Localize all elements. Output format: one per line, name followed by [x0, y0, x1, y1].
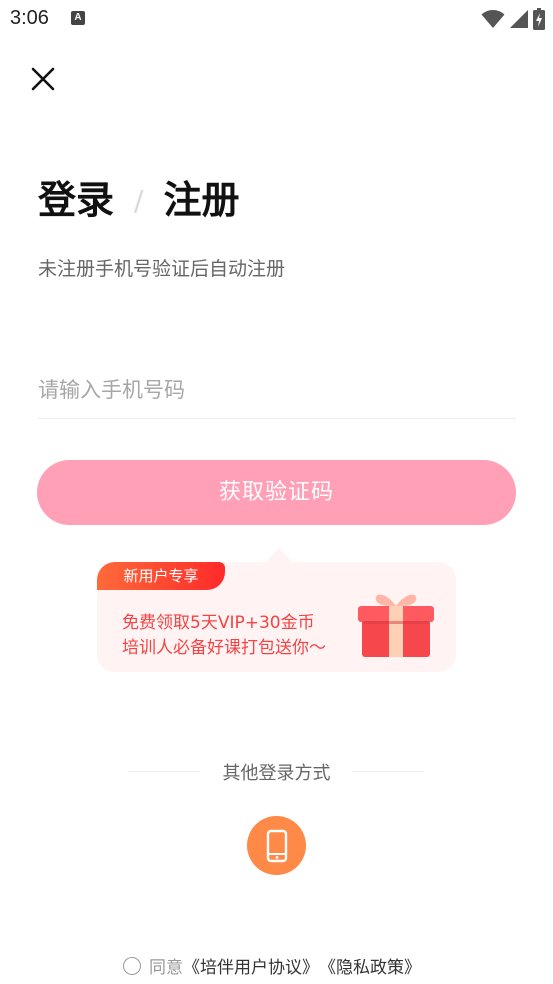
status-icons — [481, 8, 545, 30]
other-login-label: 其他登录方式 — [222, 763, 331, 784]
title-login: 登录 — [38, 178, 115, 222]
promo-line-2: 培训人必备好课打包送你～ — [122, 638, 326, 658]
signal-icon — [510, 10, 528, 28]
battery-charging-icon — [533, 8, 545, 30]
close-icon — [31, 67, 55, 91]
privacy-policy-link[interactable]: 《隐私政策》 — [319, 953, 421, 978]
divider-left — [128, 771, 200, 772]
user-agreement-link[interactable]: 《培伴用户协议》 — [183, 953, 319, 978]
phone-number-input[interactable] — [38, 362, 516, 419]
phone-login-button[interactable] — [247, 816, 306, 875]
agreement-checkbox[interactable] — [123, 956, 141, 975]
promo-card-pointer — [266, 548, 292, 562]
agreement-row: 同意 《培伴用户协议》 《隐私政策》 — [123, 953, 421, 978]
wifi-icon — [481, 10, 505, 28]
close-button[interactable] — [26, 62, 60, 96]
gift-icon — [358, 594, 434, 657]
status-bar: 3:06 A — [0, 0, 553, 40]
agreement-prefix: 同意 — [149, 958, 183, 978]
promo-line-1: 免费领取5天VIP+30金币 — [122, 613, 315, 633]
page-title: 登录 / 注册 — [38, 172, 239, 228]
subtitle: 未注册手机号验证后自动注册 — [38, 258, 286, 280]
get-verification-code-button[interactable]: 获取验证码 — [37, 460, 516, 525]
title-register: 注册 — [163, 178, 240, 222]
divider-right — [352, 771, 424, 772]
title-separator: / — [134, 183, 144, 217]
phone-icon — [266, 829, 287, 862]
promo-badge: 新用户专享 — [97, 562, 225, 590]
status-time: 3:06 — [10, 7, 49, 29]
notification-a-icon: A — [71, 11, 85, 25]
